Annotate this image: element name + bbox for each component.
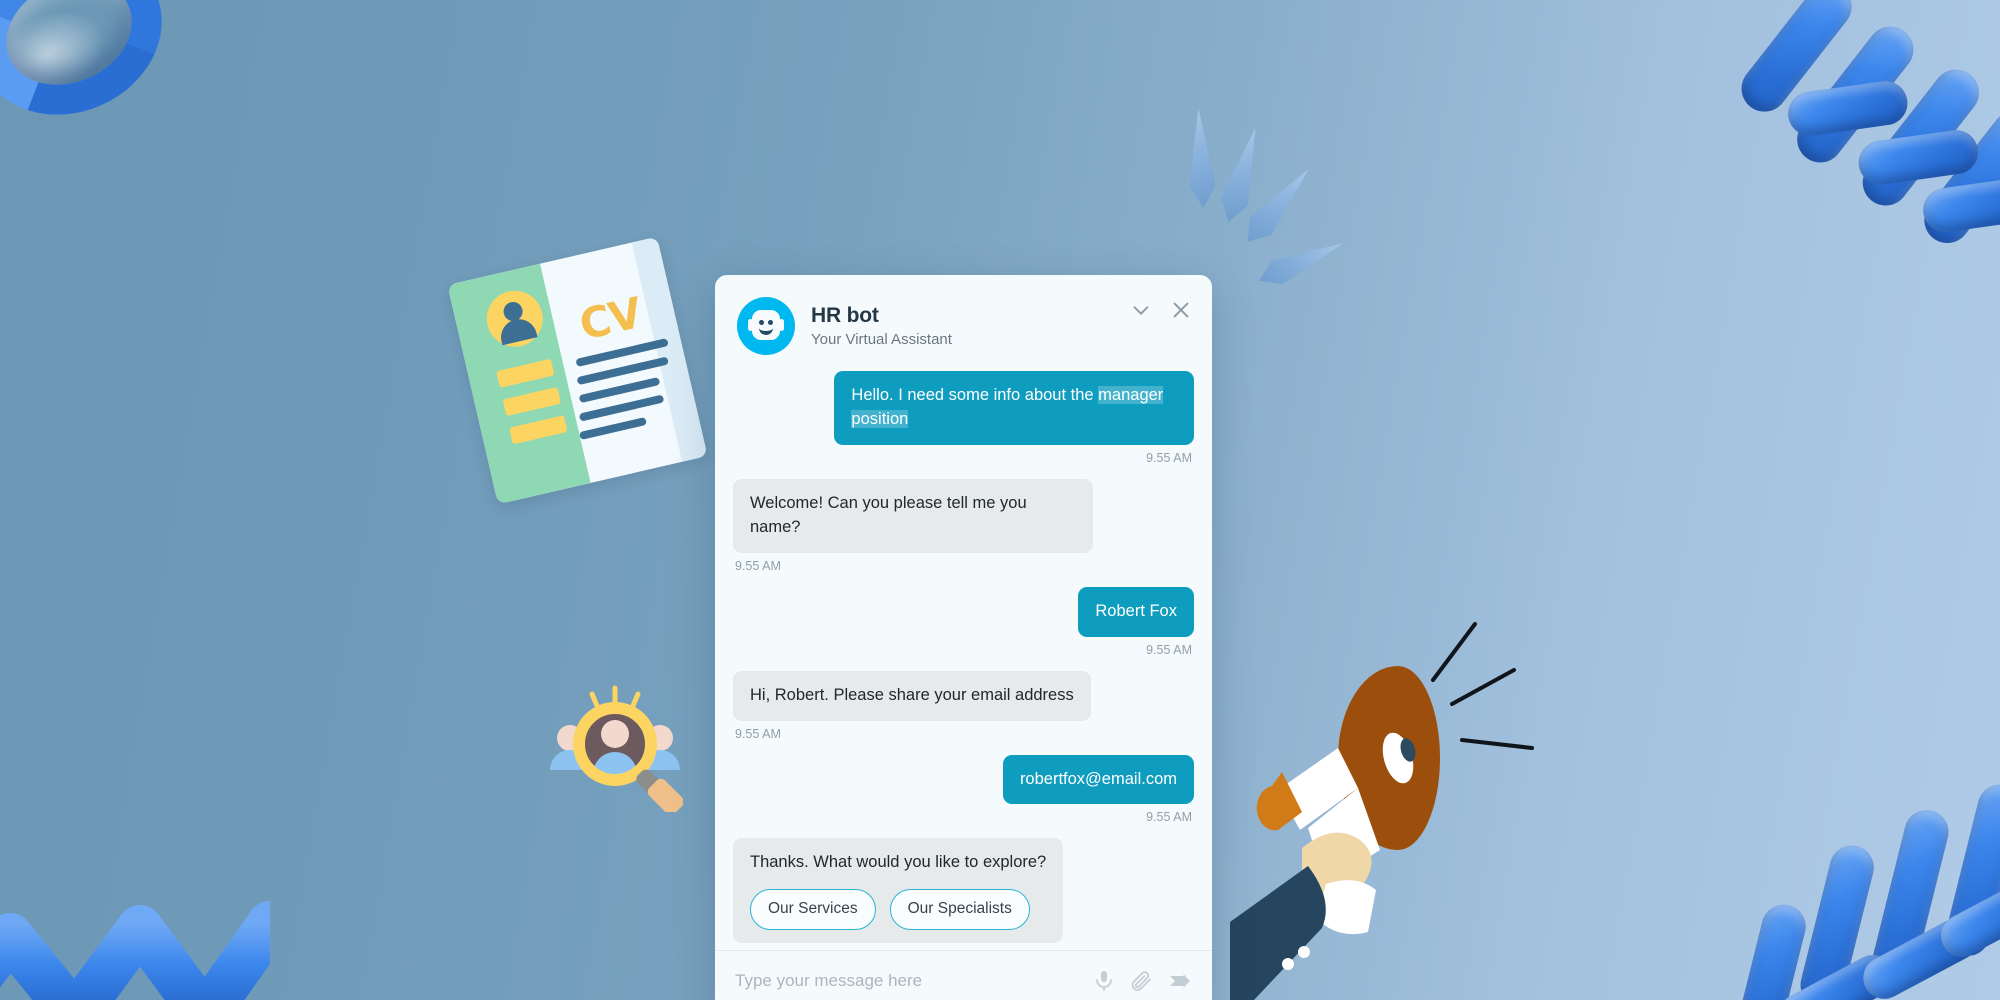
- message-timestamp: 9.55 AM: [735, 726, 781, 741]
- message-bubble-outgoing: robertfox@email.com: [1002, 754, 1194, 805]
- chat-header-controls: [1130, 299, 1192, 321]
- microphone-icon[interactable]: [1092, 969, 1116, 993]
- close-icon[interactable]: [1170, 299, 1192, 321]
- send-icon[interactable]: [1168, 969, 1192, 993]
- robot-avatar-icon: [737, 297, 795, 355]
- chat-header: HR bot Your Virtual Assistant: [715, 275, 1212, 371]
- cv-resume-illustration: CV: [447, 236, 708, 505]
- message-row: Thanks. What would you like to explore? …: [733, 838, 1194, 943]
- quick-reply-group: Our Services Our Specialists: [750, 889, 1046, 930]
- message-bubble-incoming-with-quick-replies: Thanks. What would you like to explore? …: [733, 838, 1064, 943]
- quick-reply-our-specialists[interactable]: Our Specialists: [889, 889, 1030, 930]
- message-text-lead: Hello. I need some info about the: [851, 386, 1099, 404]
- message-timestamp: 9.55 AM: [1146, 642, 1192, 657]
- message-bubble-incoming: Hi, Robert. Please share your email addr…: [733, 670, 1091, 721]
- message-timestamp: 9.55 AM: [1146, 810, 1192, 825]
- message-row: Hello. I need some info about the manage…: [733, 371, 1194, 479]
- quick-reply-our-services[interactable]: Our Services: [750, 889, 876, 930]
- message-timestamp: 9.55 AM: [735, 558, 781, 573]
- spiral-3d-decoration-bottom-right: [1724, 779, 2000, 1000]
- message-row: robertfox@email.com 9.55 AM: [733, 754, 1194, 839]
- zigzag-tube-3d-decoration: [0, 866, 270, 1000]
- screenshot-canvas: CV HR bot Your Virtual Assistant Hello. …: [0, 0, 2000, 1000]
- megaphone-hand-illustration: [1230, 600, 1570, 1000]
- chat-input-bar: [715, 950, 1212, 1000]
- message-input[interactable]: [735, 971, 1078, 991]
- talent-search-illustration: [548, 682, 684, 815]
- chat-message-list: Hello. I need some info about the manage…: [715, 371, 1212, 950]
- message-bubble-incoming: Welcome! Can you please tell me you name…: [733, 478, 1093, 553]
- chevron-down-icon[interactable]: [1130, 299, 1152, 321]
- message-timestamp: 9.55 AM: [1146, 450, 1192, 465]
- message-bubble-outgoing: Hello. I need some info about the manage…: [834, 371, 1194, 445]
- message-row: Robert Fox 9.55 AM: [733, 586, 1194, 671]
- message-bubble-outgoing: Robert Fox: [1078, 586, 1194, 637]
- chat-widget: HR bot Your Virtual Assistant Hello. I n…: [715, 275, 1212, 1000]
- torus-3d-decoration: [0, 0, 189, 144]
- bot-subtitle: Your Virtual Assistant: [811, 331, 952, 349]
- message-text: Thanks. What would you like to explore?: [750, 853, 1047, 872]
- bot-name: HR bot: [811, 303, 879, 327]
- spiral-3d-decoration-top-right: [1728, 0, 2000, 254]
- message-row: Welcome! Can you please tell me you name…: [733, 478, 1194, 587]
- chat-header-text: HR bot Your Virtual Assistant: [811, 304, 952, 348]
- paperclip-icon[interactable]: [1130, 969, 1154, 993]
- message-row: Hi, Robert. Please share your email addr…: [733, 670, 1194, 755]
- spark-cones-decoration: [1180, 108, 1370, 298]
- cv-label: CV: [574, 288, 646, 350]
